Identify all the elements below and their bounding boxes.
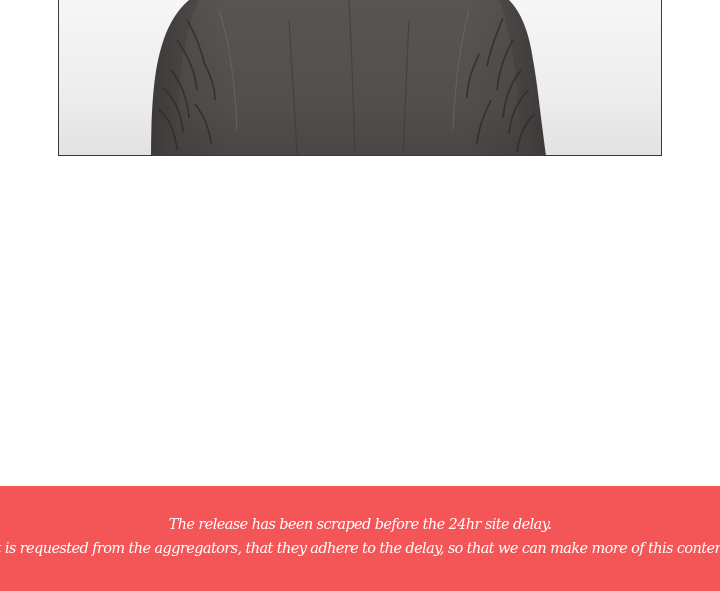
comic-panel xyxy=(58,0,662,156)
notice-banner: The release has been scraped before the … xyxy=(0,486,720,591)
page: The release has been scraped before the … xyxy=(0,0,720,591)
notice-line-2: it is requested from the aggregators, th… xyxy=(0,540,720,557)
notice-line-1: The release has been scraped before the … xyxy=(168,516,552,533)
panel-artwork xyxy=(151,0,546,155)
